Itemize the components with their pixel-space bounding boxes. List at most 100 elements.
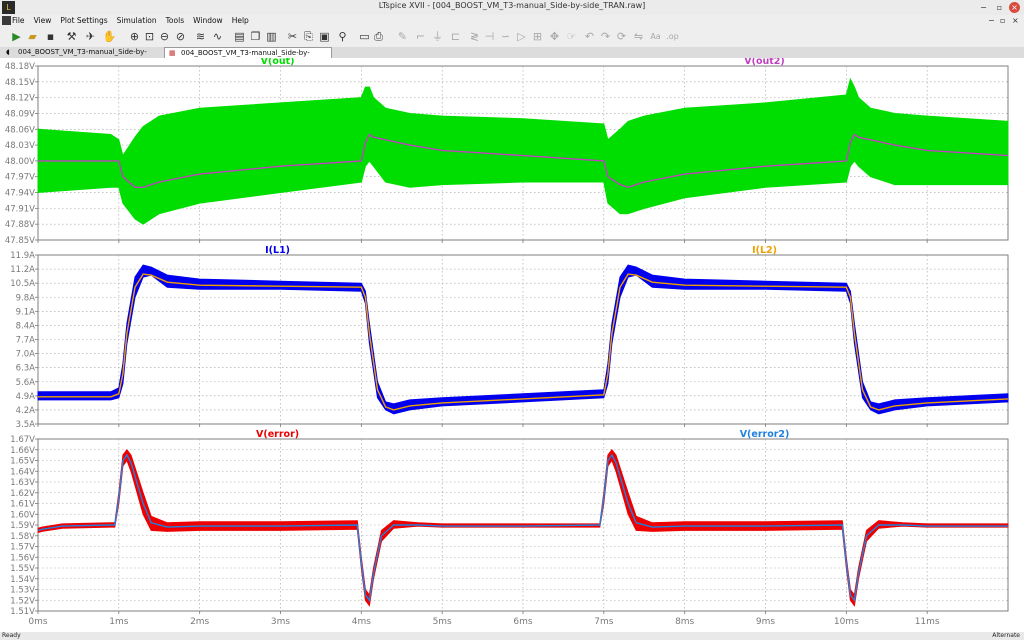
label-icon[interactable]: ⊏: [448, 29, 463, 44]
x-tick-label: 1ms: [109, 617, 128, 627]
halt-icon[interactable]: ✋: [102, 29, 117, 44]
y-tick-label: 1.66V: [10, 446, 35, 456]
menu-help[interactable]: Help: [232, 16, 249, 25]
trace-label[interactable]: I(L1): [265, 245, 290, 256]
x-tick-label: 5ms: [433, 617, 452, 627]
y-tick-label: 48.18V: [5, 62, 35, 72]
menu-tools[interactable]: Tools: [166, 16, 184, 25]
run-icon[interactable]: ▶: [9, 29, 24, 44]
rotate-icon[interactable]: ⟳: [614, 29, 629, 44]
mdi-restore-button[interactable]: ▫: [1000, 16, 1005, 25]
y-tick-label: 1.54V: [10, 575, 35, 585]
y-tick-label: 9.1A: [16, 307, 36, 317]
print-icon[interactable]: ⎙: [371, 29, 386, 44]
waveform-icon[interactable]: ∿: [210, 29, 225, 44]
menu-simulation[interactable]: Simulation: [117, 16, 157, 25]
plot-pane-3[interactable]: 1.67V1.66V1.65V1.64V1.63V1.62V1.61V1.60V…: [10, 429, 1009, 617]
undo-icon[interactable]: ↶: [582, 29, 597, 44]
trace-label[interactable]: V(out2): [744, 56, 784, 67]
y-tick-label: 3.5A: [16, 420, 36, 430]
schematic-file-icon: ◖: [6, 48, 10, 56]
diode-icon[interactable]: ▷: [514, 29, 529, 44]
x-tick-label: 6ms: [513, 617, 532, 627]
plot-pane-1[interactable]: 48.18V 48.15V 48.12V 48.09V 48.06V 48.03V 48.0…: [5, 56, 1009, 246]
x-tick-label: 8ms: [675, 617, 694, 627]
zoom-cancel-icon[interactable]: ⊘: [173, 29, 188, 44]
resistor-icon[interactable]: ≷: [467, 29, 482, 44]
zoom-out-icon[interactable]: ⊖: [157, 29, 172, 44]
y-tick-label: 48.12V: [5, 94, 35, 104]
x-tick-label: 2ms: [190, 617, 209, 627]
move-icon[interactable]: ✥: [547, 29, 562, 44]
document-icon[interactable]: [2, 16, 11, 25]
minimize-button[interactable]: −: [978, 2, 989, 13]
y-tick-label: 1.60V: [10, 510, 35, 520]
waveform-viewer[interactable]: 48.18V 48.15V 48.12V 48.09V 48.06V 48.03V 48.0…: [0, 56, 1024, 632]
y-tick-label: 47.94V: [5, 189, 35, 199]
x-tick-label: 3ms: [271, 617, 290, 627]
tile-vertical-icon[interactable]: ▥: [264, 29, 279, 44]
print-setup-icon[interactable]: ▭: [357, 29, 372, 44]
menu-file[interactable]: File: [12, 16, 25, 25]
menu-view[interactable]: View: [34, 16, 52, 25]
y-tick-label: 48.00V: [5, 157, 35, 167]
y-tick-label: 10.5A: [10, 279, 35, 289]
text-icon[interactable]: Aa: [648, 29, 663, 44]
y-tick-label: 11.2A: [10, 265, 35, 275]
menu-plot-settings[interactable]: Plot Settings: [60, 16, 107, 25]
plot-canvas[interactable]: 48.18V 48.15V 48.12V 48.09V 48.06V 48.03V 48.0…: [0, 56, 1024, 632]
y-tick-label: 47.88V: [5, 220, 35, 230]
x-tick-label: 0ms: [28, 617, 47, 627]
spice-directive-icon[interactable]: .op: [665, 29, 680, 44]
y-tick-label: 9.8A: [16, 293, 36, 303]
y-tick-label: 7.7A: [16, 336, 36, 346]
maximize-button[interactable]: ▫: [994, 2, 1005, 13]
inductor-icon[interactable]: ∽: [498, 29, 513, 44]
trace-label[interactable]: I(L2): [752, 245, 777, 256]
y-tick-label: 48.03V: [5, 141, 35, 151]
redo-icon[interactable]: ↷: [598, 29, 613, 44]
menu-window[interactable]: Window: [193, 16, 223, 25]
zoom-area-icon[interactable]: ⊡: [142, 29, 157, 44]
component-icon[interactable]: ⊞: [530, 29, 545, 44]
control-panel-icon[interactable]: ⚒: [64, 29, 79, 44]
mdi-close-button[interactable]: ×: [1012, 16, 1019, 25]
mirror-icon[interactable]: ⇋: [631, 29, 646, 44]
trace-label[interactable]: V(error): [256, 429, 299, 440]
ground-icon[interactable]: ⏚: [430, 29, 445, 44]
y-tick-label: 47.97V: [5, 173, 35, 183]
plot-pane-2[interactable]: 11.9A 11.2A 10.5A 9.8A 9.1A 8.4A 7.7A 7.0A 6.3A 5…: [10, 245, 1009, 430]
y-tick-label: 47.91V: [5, 204, 35, 214]
paste-icon[interactable]: ▣: [317, 29, 332, 44]
cut-icon[interactable]: ✂: [285, 29, 300, 44]
copy-icon[interactable]: ⎘: [301, 29, 316, 44]
drag-icon[interactable]: ☞: [564, 29, 579, 44]
capacitor-icon[interactable]: ⊣: [482, 29, 497, 44]
cascade-icon[interactable]: ❐: [248, 29, 263, 44]
y-tick-label: 48.15V: [5, 78, 35, 88]
tab-schematic[interactable]: ◖ 004_BOOST_VM_T3-manual_Side-by-side_TR…: [2, 47, 168, 67]
save-icon[interactable]: ▪: [43, 29, 58, 44]
mdi-minimize-button[interactable]: −: [988, 16, 995, 25]
run-man-icon[interactable]: ✈: [83, 29, 98, 44]
wire-icon[interactable]: ⌐: [413, 29, 428, 44]
autorange-icon[interactable]: ≋: [193, 29, 208, 44]
tile-horizontal-icon[interactable]: ▤: [232, 29, 247, 44]
document-tabs: ◖ 004_BOOST_VM_T3-manual_Side-by-side_TR…: [0, 47, 1024, 68]
y-tick-label: 4.2A: [16, 406, 36, 416]
find-icon[interactable]: ⚲: [335, 29, 350, 44]
y-tick-label: 4.9A: [16, 392, 36, 402]
toolbar: ▶ ▰ ▪ ⚒ ✈ ✋ ⊕ ⊡ ⊖ ⊘ ≋ ∿ ▤ ❐ ▥ ✂ ⎘ ▣ ⚲ ▭ ⎙ ✎ ⌐ ⏚ ⊏ ≷ ⊣ ∽ ▷ ⊞ ✥ ☞ ↶ ↷ ⟳ ⇋ Aa .o…: [0, 27, 1024, 48]
waveform-file-icon: ▦: [169, 49, 176, 57]
close-button[interactable]: ×: [1009, 2, 1020, 13]
zoom-in-icon[interactable]: ⊕: [127, 29, 142, 44]
status-text: Ready: [2, 632, 21, 639]
menu-items: File View Plot Settings Simulation Tools Wind…: [12, 16, 249, 25]
pencil-icon[interactable]: ✎: [395, 29, 410, 44]
trace-label[interactable]: V(error2): [740, 429, 790, 440]
trace-label[interactable]: V(out): [261, 56, 295, 67]
x-tick-label: 4ms: [352, 617, 371, 627]
y-tick-label: 1.67V: [10, 435, 35, 445]
y-tick-label: 47.85V: [5, 236, 35, 246]
open-icon[interactable]: ▰: [25, 29, 40, 44]
